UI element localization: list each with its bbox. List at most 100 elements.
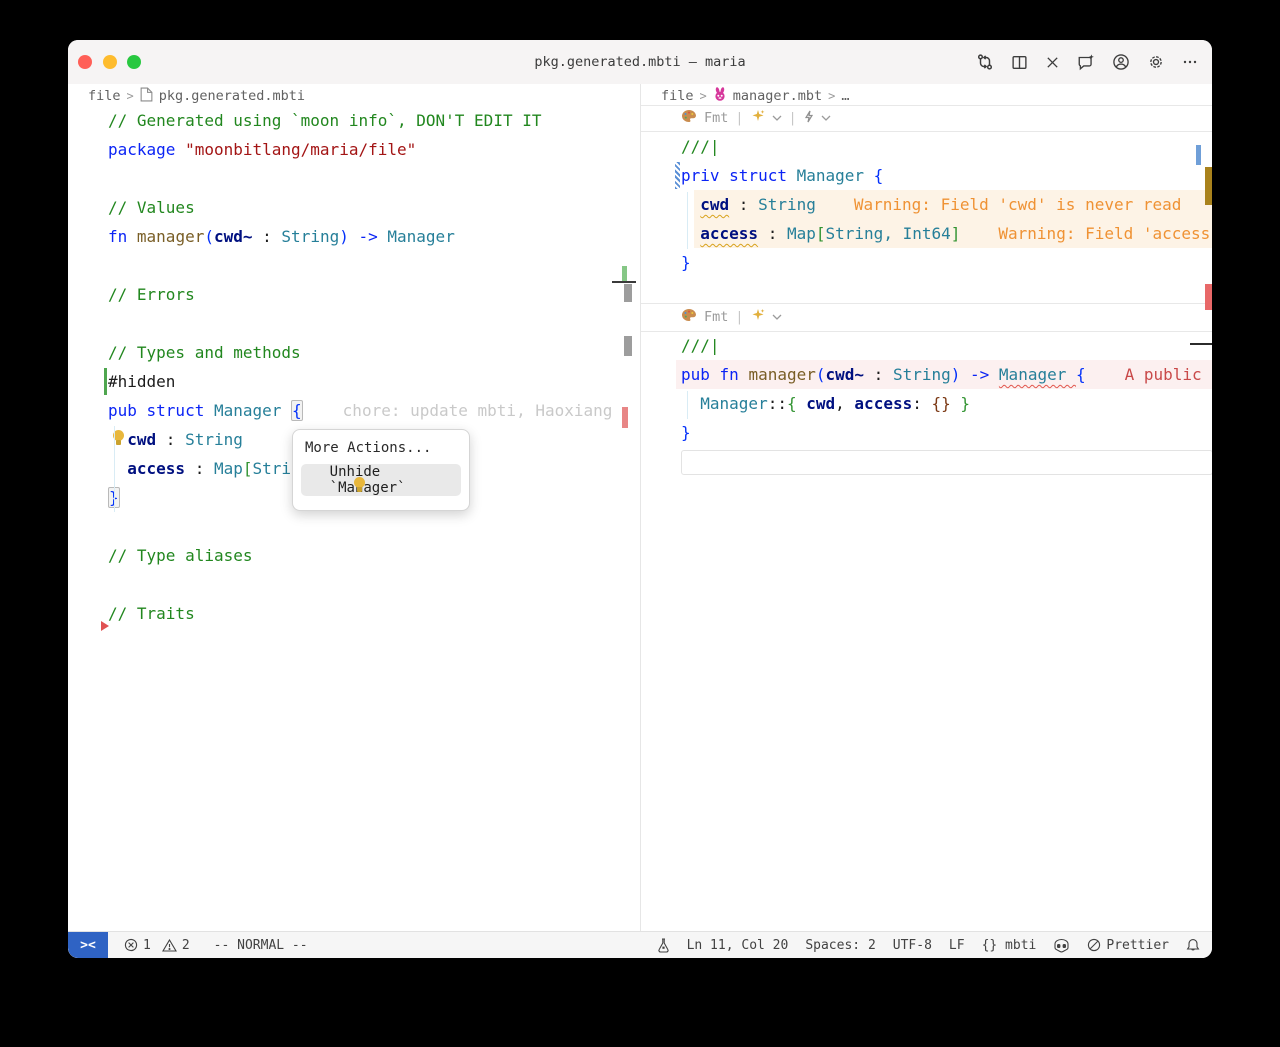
breadcrumb-file[interactable]: pkg.generated.mbti: [159, 88, 305, 104]
code-editor-left[interactable]: // Generated using `moon info`, DON'T ED…: [68, 106, 640, 628]
code-token: pub fn: [681, 365, 748, 384]
code-token: ::: [768, 394, 787, 413]
title-bar: pkg.generated.mbti — maria: [68, 40, 1212, 85]
code-token: ]: [951, 224, 961, 243]
code-line: // Type aliases: [68, 541, 640, 570]
close-icon[interactable]: [1045, 55, 1060, 70]
sparkle-icon[interactable]: [751, 109, 765, 127]
codelens-fmt-link[interactable]: Fmt: [704, 110, 728, 126]
code-editor-right-block-b[interactable]: ///|pub fn manager(cwd~ : String) -> Man…: [641, 331, 1212, 447]
language-mode[interactable]: {} mbti: [982, 938, 1037, 953]
copilot-icon[interactable]: [1053, 938, 1070, 953]
chevron-down-icon[interactable]: [821, 110, 831, 126]
codelens-divider: |: [789, 110, 797, 126]
lightning-icon[interactable]: [804, 110, 814, 127]
inline-widget-box[interactable]: [681, 450, 1212, 475]
code-token: // Traits: [108, 604, 195, 623]
flask-icon[interactable]: [657, 938, 670, 953]
eol-sequence[interactable]: LF: [949, 938, 965, 953]
formatter-indicator[interactable]: Prettier: [1087, 938, 1169, 953]
code-token: String: [758, 195, 816, 214]
settings-gear-icon[interactable]: [1147, 53, 1165, 71]
code-line: // Errors: [68, 280, 640, 309]
code-token: Manager: [387, 227, 454, 246]
editor-pane-left: file > pkg.generated.mbti // Generated u…: [68, 84, 640, 932]
breadcrumb-root[interactable]: file: [661, 88, 694, 104]
code-token: {: [787, 394, 797, 413]
code-token: // Types and methods: [108, 343, 301, 362]
cursor-position[interactable]: Ln 11, Col 20: [687, 938, 789, 953]
breadcrumb[interactable]: file > manager.mbt > …: [661, 86, 850, 106]
more-actions-icon[interactable]: [1182, 54, 1198, 70]
encoding[interactable]: UTF-8: [893, 938, 932, 953]
warning-icon: [162, 939, 177, 952]
code-token: ,: [835, 394, 854, 413]
error-count: 1: [143, 938, 151, 953]
scrollbar-thumb[interactable]: [1196, 145, 1201, 165]
code-token: #hidden: [108, 372, 175, 391]
problems-indicator[interactable]: 1 2: [124, 938, 190, 953]
notifications-bell-icon[interactable]: [1186, 938, 1200, 953]
git-modified-indicator: [675, 162, 680, 189]
code-token: ->: [960, 365, 999, 384]
code-token: fn: [108, 227, 137, 246]
code-line: [68, 309, 640, 338]
code-token: {: [1076, 365, 1086, 384]
popup-item-label: Unhide `Manager`: [330, 464, 461, 496]
codelens-row: Fmt | |: [681, 105, 831, 131]
split-editor-icon[interactable]: [1011, 54, 1028, 71]
scrollbar-thumb[interactable]: [624, 336, 632, 356]
code-line: [68, 570, 640, 599]
code-token: [681, 394, 700, 413]
code-token: // Type aliases: [108, 546, 253, 565]
code-line: priv struct Manager {: [641, 161, 1212, 190]
code-token: :: [912, 394, 931, 413]
code-token: ): [339, 227, 349, 246]
indent-guide: [687, 192, 688, 249]
code-editor-right-block-a[interactable]: ///|priv struct Manager { cwd : StringWa…: [641, 132, 1212, 306]
breadcrumb-root[interactable]: file: [88, 88, 121, 104]
code-line: [641, 277, 1212, 306]
chevron-down-icon[interactable]: [772, 110, 782, 126]
copilot-chat-icon[interactable]: [1077, 53, 1095, 71]
account-icon[interactable]: [1112, 53, 1130, 71]
remote-indicator[interactable]: ><: [68, 932, 108, 958]
code-line: [68, 512, 640, 541]
overview-error-mark: [1205, 284, 1212, 310]
error-icon: [124, 938, 138, 952]
chevron-down-icon[interactable]: [772, 309, 782, 325]
code-token: cwd~: [214, 227, 253, 246]
code-token: pub struct: [108, 401, 214, 420]
breadcrumb-more[interactable]: …: [841, 88, 849, 104]
codelens-divider: |: [735, 110, 743, 126]
code-token: // Errors: [108, 285, 195, 304]
breadcrumb-file[interactable]: manager.mbt: [733, 88, 822, 104]
popup-item-unhide[interactable]: Unhide `Manager`: [301, 464, 461, 496]
git-added-indicator: [104, 368, 107, 395]
chevron-right-icon: >: [828, 89, 835, 103]
scrollbar-thumb[interactable]: [624, 284, 632, 302]
palette-icon: [681, 308, 697, 326]
chevron-right-icon: >: [127, 89, 134, 103]
code-token: chore: update mbti, Haoxiang: [303, 401, 613, 420]
code-token: Warning: Field 'access: [960, 224, 1210, 243]
editor-pane-right: file > manager.mbt > …: [640, 84, 1212, 932]
formatter-label: Prettier: [1106, 938, 1169, 953]
breadcrumb[interactable]: file > pkg.generated.mbti: [88, 86, 305, 106]
source-control-sync-icon[interactable]: [976, 53, 994, 71]
vscode-window: pkg.generated.mbti — maria: [68, 40, 1212, 958]
code-token: :: [864, 365, 893, 384]
code-token: Map: [787, 224, 816, 243]
code-token: :: [185, 459, 214, 478]
code-token: }: [951, 394, 970, 413]
vim-mode-indicator: -- NORMAL --: [214, 938, 308, 953]
code-token: Manager: [797, 166, 874, 185]
code-token: {}: [931, 394, 950, 413]
code-line: ///|: [641, 331, 1212, 360]
code-line: // Values: [68, 193, 640, 222]
sparkle-icon[interactable]: [751, 308, 765, 326]
indentation[interactable]: Spaces: 2: [805, 938, 875, 953]
codelens-fmt-link[interactable]: Fmt: [704, 309, 728, 325]
file-icon: [140, 87, 153, 106]
code-token: ///|: [681, 336, 720, 355]
